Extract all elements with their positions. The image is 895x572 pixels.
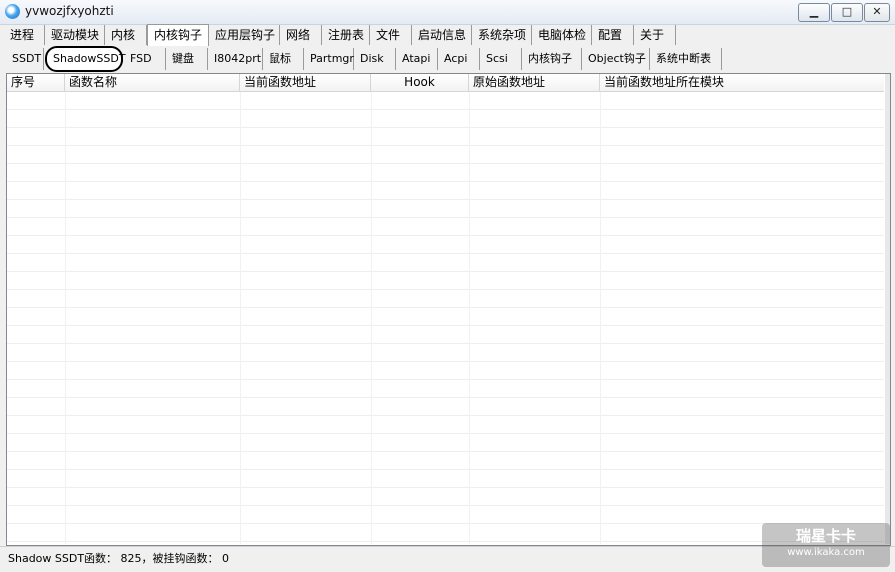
column-header-function-name[interactable]: 函数名称 <box>65 74 240 91</box>
subtab-disk[interactable]: Disk <box>354 48 396 70</box>
tab-checkup[interactable]: 电脑体检 <box>532 25 592 45</box>
vertical-scrollbar[interactable] <box>885 74 890 544</box>
column-divider <box>65 92 66 544</box>
subtab-partmgr[interactable]: Partmgr <box>304 48 354 70</box>
sub-tab-bar: SSDT ShadowSSDT FSD 键盘 I8042prt 鼠标 Partm… <box>0 46 895 72</box>
table-body[interactable] <box>7 92 884 544</box>
column-divider <box>600 92 601 544</box>
tab-misc[interactable]: 系统杂项 <box>472 25 532 45</box>
subtab-scsi[interactable]: Scsi <box>480 48 522 70</box>
column-divider <box>240 92 241 544</box>
subtab-interrupt-table[interactable]: 系统中断表 <box>650 48 722 70</box>
subtab-atapi[interactable]: Atapi <box>396 48 438 70</box>
tab-files[interactable]: 文件 <box>370 25 412 45</box>
table-header: 序号 函数名称 当前函数地址 Hook 原始函数地址 当前函数地址所在模块 <box>7 74 884 92</box>
column-header-hook[interactable]: Hook <box>371 74 469 91</box>
minimize-button[interactable]: ▁ <box>798 3 830 22</box>
status-text: Shadow SSDT函数： 825，被挂钩函数： 0 <box>8 552 230 565</box>
column-header-current-address[interactable]: 当前函数地址 <box>240 74 371 91</box>
tab-network[interactable]: 网络 <box>280 25 322 45</box>
tab-startup[interactable]: 启动信息 <box>412 25 472 45</box>
subtab-kernel-hooks[interactable]: 内核钩子 <box>522 48 582 70</box>
main-tab-bar: 进程 驱动模块 内核 内核钩子 应用层钩子 网络 注册表 文件 启动信息 系统杂… <box>0 24 895 47</box>
watermark-url: www.ikaka.com <box>787 547 865 558</box>
app-icon <box>5 4 20 19</box>
subtab-acpi[interactable]: Acpi <box>438 48 480 70</box>
window-title: yvwozjfxyohzti <box>25 4 114 18</box>
tab-app-hooks[interactable]: 应用层钩子 <box>209 25 280 45</box>
subtab-ssdt[interactable]: SSDT <box>6 48 44 70</box>
column-divider <box>371 92 372 544</box>
watermark-title: 瑞星卡卡 <box>795 527 856 545</box>
tab-config[interactable]: 配置 <box>592 25 634 45</box>
column-header-module[interactable]: 当前函数地址所在模块 <box>600 74 884 91</box>
subtab-i8042prt[interactable]: I8042prt <box>208 48 263 70</box>
tab-kernel[interactable]: 内核 <box>105 25 147 45</box>
column-header-index[interactable]: 序号 <box>7 74 65 91</box>
subtab-keyboard[interactable]: 键盘 <box>166 48 208 70</box>
tab-process[interactable]: 进程 <box>4 25 45 45</box>
subtab-shadowssdt[interactable]: ShadowSSDT <box>45 46 126 72</box>
close-button[interactable]: ✕ <box>864 3 890 22</box>
function-table: 序号 函数名称 当前函数地址 Hook 原始函数地址 当前函数地址所在模块 <box>6 73 891 546</box>
title-bar: yvwozjfxyohzti ▁ □ ✕ <box>0 0 895 25</box>
tab-registry[interactable]: 注册表 <box>322 25 370 45</box>
tab-about[interactable]: 关于 <box>634 25 676 45</box>
tab-kernel-hooks[interactable]: 内核钩子 <box>147 24 209 46</box>
subtab-mouse[interactable]: 鼠标 <box>263 48 304 70</box>
column-divider <box>469 92 470 544</box>
tab-driver-modules[interactable]: 驱动模块 <box>45 25 105 45</box>
subtab-fsd[interactable]: FSD <box>124 48 166 70</box>
status-bar: Shadow SSDT函数： 825，被挂钩函数： 0 <box>0 546 895 569</box>
watermark: 瑞星卡卡 www.ikaka.com <box>762 523 890 567</box>
maximize-button[interactable]: □ <box>831 3 863 22</box>
subtab-object-hooks[interactable]: Object钩子 <box>582 48 650 70</box>
column-header-original-address[interactable]: 原始函数地址 <box>469 74 600 91</box>
